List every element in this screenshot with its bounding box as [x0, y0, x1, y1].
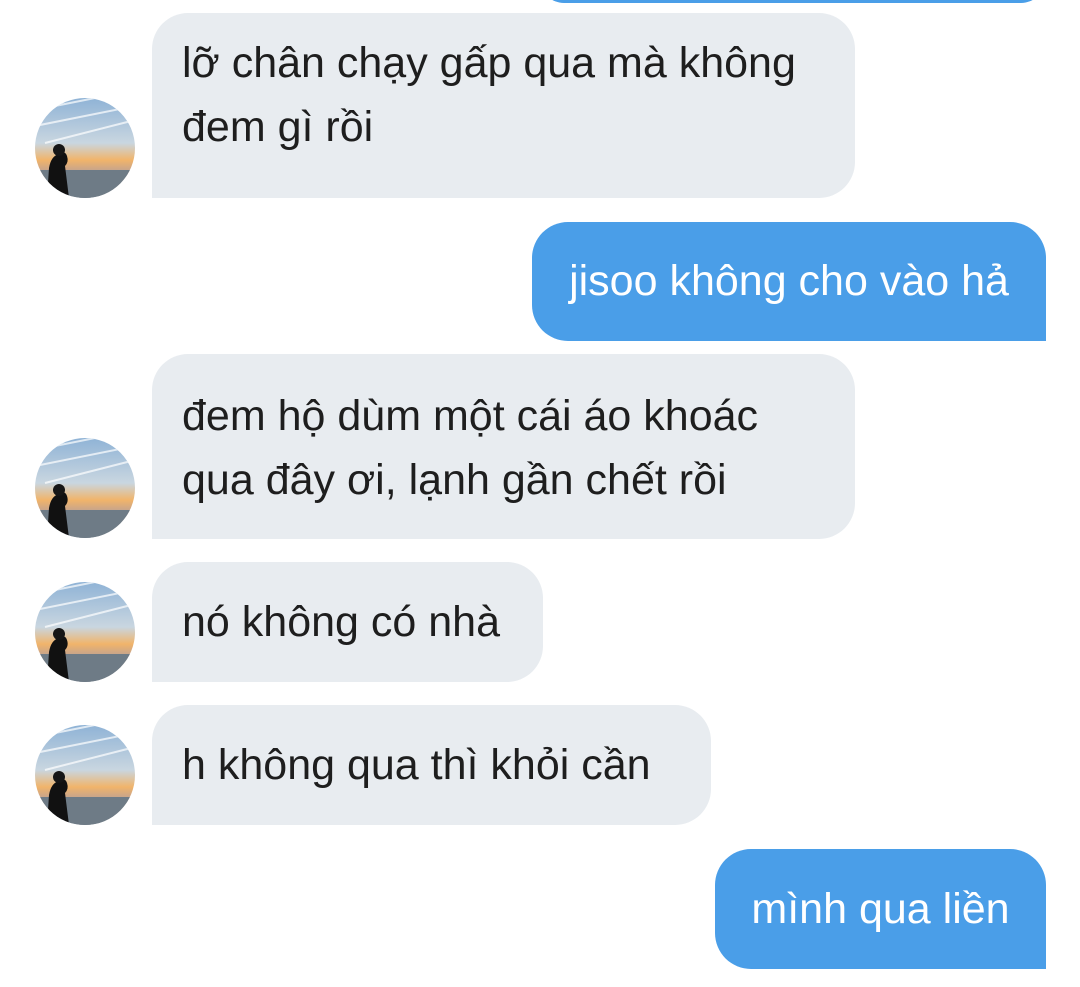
message-line: đem hộ dùm một cái áo khoác: [182, 392, 759, 440]
incoming-message-bubble[interactable]: đem hộ dùm một cái áo khoác qua đây ơi, …: [152, 354, 855, 539]
message-line: đem gì rồi: [182, 103, 374, 151]
message-text: jisoo không cho vào hả: [569, 257, 1009, 305]
previous-message-bubble[interactable]: [540, 0, 1045, 3]
incoming-message-bubble[interactable]: nó không có nhà: [152, 562, 543, 682]
sender-avatar[interactable]: [35, 725, 135, 825]
message-text: mình qua liền: [751, 885, 1010, 933]
profile-photo-icon: [35, 725, 135, 825]
message-text: h không qua thì khỏi cần: [182, 741, 651, 789]
sender-avatar[interactable]: [35, 582, 135, 682]
incoming-message-bubble[interactable]: lỡ chân chạy gấp qua mà không đem gì rồi: [152, 13, 855, 198]
outgoing-message-bubble[interactable]: jisoo không cho vào hả: [532, 222, 1046, 341]
message-text: nó không có nhà: [182, 598, 500, 646]
message-line: lỡ chân chạy gấp qua mà không: [182, 39, 796, 87]
message-line: qua đây ơi, lạnh gần chết rồi: [182, 456, 727, 504]
profile-photo-icon: [35, 438, 135, 538]
sender-avatar[interactable]: [35, 438, 135, 538]
sender-avatar[interactable]: [35, 98, 135, 198]
profile-photo-icon: [35, 98, 135, 198]
incoming-message-bubble[interactable]: h không qua thì khỏi cần: [152, 705, 711, 825]
outgoing-message-bubble[interactable]: mình qua liền: [715, 849, 1046, 969]
profile-photo-icon: [35, 582, 135, 682]
